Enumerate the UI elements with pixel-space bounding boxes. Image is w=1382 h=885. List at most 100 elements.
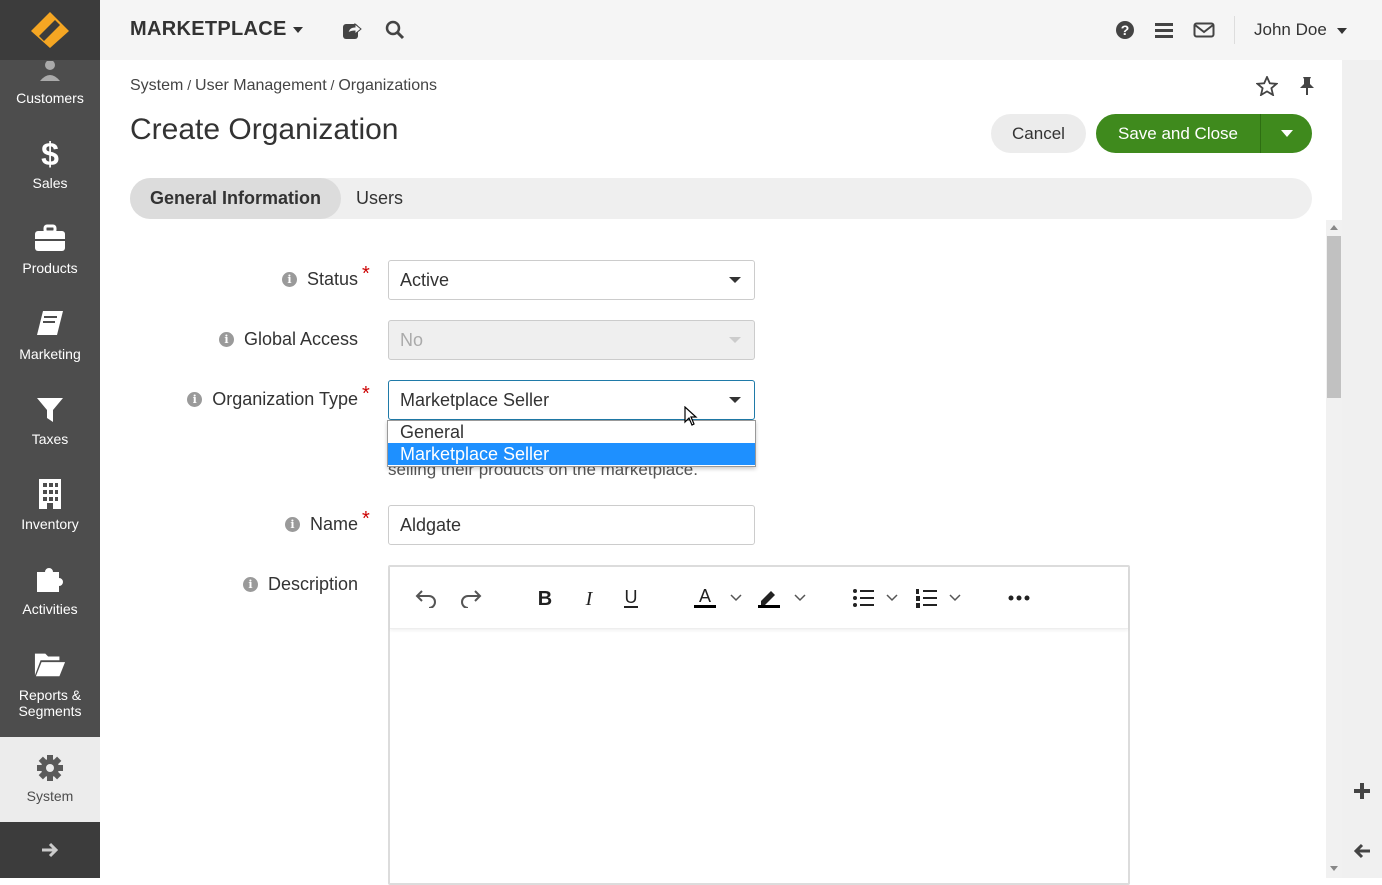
caret-down-icon bbox=[729, 277, 741, 283]
user-menu[interactable]: John Doe bbox=[1254, 20, 1347, 40]
global-access-value: No bbox=[400, 330, 424, 350]
sidebar-item-label: Activities bbox=[22, 601, 78, 617]
text-color-icon[interactable]: A bbox=[693, 585, 743, 611]
redo-icon[interactable] bbox=[459, 585, 483, 611]
svg-text:I: I bbox=[585, 588, 594, 608]
scrollbar-thumb[interactable] bbox=[1327, 236, 1341, 398]
scroll-up-icon[interactable] bbox=[1330, 225, 1338, 230]
chevron-down-icon bbox=[292, 26, 303, 33]
info-icon[interactable]: i bbox=[218, 332, 234, 347]
breadcrumb-separator: / bbox=[183, 77, 196, 93]
editor-toolbar: B I U A bbox=[390, 567, 1128, 629]
svg-text:A: A bbox=[699, 586, 711, 606]
status-value: Active bbox=[400, 270, 450, 290]
page-title: Create Organization bbox=[130, 113, 399, 146]
app-logo[interactable] bbox=[0, 0, 100, 60]
info-icon[interactable]: i bbox=[284, 517, 300, 532]
organization-type-label: i Organization Type bbox=[130, 389, 358, 410]
italic-icon[interactable]: I bbox=[578, 585, 600, 611]
sidebar-item-label: Marketing bbox=[19, 346, 81, 362]
menu-icon[interactable] bbox=[1152, 18, 1176, 42]
name-label: i Name bbox=[240, 514, 358, 535]
numbered-list-icon[interactable] bbox=[915, 585, 965, 611]
option-marketplace-seller[interactable]: Marketplace Seller bbox=[388, 443, 755, 465]
sidebar-item-taxes[interactable]: Taxes bbox=[0, 393, 100, 478]
sidebar-item-products[interactable]: Products bbox=[0, 222, 100, 307]
caret-down-icon bbox=[729, 337, 741, 343]
svg-text:B: B bbox=[538, 588, 552, 608]
description-editor: B I U A bbox=[388, 565, 1130, 885]
mouse-cursor-icon bbox=[684, 406, 698, 426]
sidebar-item-activities[interactable]: Activities bbox=[0, 563, 100, 648]
sidebar-item-label: Taxes bbox=[31, 431, 69, 447]
required-marker: * bbox=[362, 383, 370, 405]
sidebar-item-label: Sales bbox=[32, 175, 68, 191]
breadcrumb-system[interactable]: System bbox=[130, 77, 183, 94]
building-icon bbox=[34, 478, 66, 510]
sidebar-item-system[interactable]: System bbox=[0, 737, 100, 822]
sidebar-item-label: Customers bbox=[16, 90, 84, 106]
app-switcher[interactable]: MARKETPLACE bbox=[130, 18, 303, 41]
status-label: i Status bbox=[230, 269, 358, 290]
gear-icon bbox=[34, 752, 66, 784]
more-options-icon[interactable] bbox=[1006, 585, 1032, 611]
breadcrumb: System / User Management / Organizations bbox=[130, 77, 437, 95]
undo-icon[interactable] bbox=[414, 585, 438, 611]
sidebar-item-label: Reports & bbox=[18, 687, 82, 703]
book-icon bbox=[34, 308, 66, 340]
dollar-icon: $ bbox=[34, 136, 66, 170]
cancel-button[interactable]: Cancel bbox=[991, 114, 1086, 153]
pin-icon[interactable] bbox=[1298, 76, 1316, 101]
sidebar-item-reports[interactable]: Reports & Segments bbox=[0, 648, 100, 738]
organization-type-select[interactable]: Marketplace Seller bbox=[388, 380, 755, 420]
sidebar-item-customers[interactable]: Customers bbox=[0, 60, 100, 122]
filter-icon bbox=[34, 393, 66, 425]
side-panel bbox=[1342, 60, 1382, 878]
sidebar-item-label: Inventory bbox=[21, 516, 79, 532]
breadcrumb-separator: / bbox=[326, 77, 339, 93]
sidebar-collapse-button[interactable] bbox=[0, 822, 100, 878]
sidebar-item-inventory[interactable]: Inventory bbox=[0, 478, 100, 563]
share-icon[interactable] bbox=[340, 18, 364, 42]
folder-open-icon bbox=[34, 648, 66, 680]
save-options-dropdown-button[interactable] bbox=[1260, 114, 1312, 153]
sidebar-item-marketing[interactable]: Marketing bbox=[0, 308, 100, 393]
search-icon[interactable] bbox=[383, 18, 407, 42]
chevron-down-icon bbox=[1336, 27, 1347, 34]
tab-users[interactable]: Users bbox=[336, 178, 423, 219]
highlight-color-icon[interactable] bbox=[757, 585, 807, 611]
scroll-down-icon[interactable] bbox=[1330, 866, 1338, 871]
svg-text:$: $ bbox=[41, 136, 59, 170]
required-marker: * bbox=[362, 263, 370, 285]
star-icon[interactable] bbox=[1255, 74, 1279, 101]
vertical-scrollbar[interactable] bbox=[1326, 220, 1342, 878]
app-title: MARKETPLACE bbox=[130, 18, 287, 40]
breadcrumb-user-management[interactable]: User Management bbox=[195, 77, 327, 94]
option-general[interactable]: General bbox=[388, 421, 755, 443]
organization-type-options: General Marketplace Seller bbox=[387, 420, 756, 467]
status-select[interactable]: Active bbox=[388, 260, 755, 300]
info-icon[interactable]: i bbox=[242, 577, 258, 592]
required-marker: * bbox=[362, 508, 370, 530]
save-and-close-button[interactable]: Save and Close bbox=[1096, 114, 1260, 153]
info-icon[interactable]: i bbox=[187, 392, 203, 407]
tab-general-information[interactable]: General Information bbox=[130, 178, 342, 219]
arrow-left-icon[interactable] bbox=[1353, 842, 1371, 865]
name-input[interactable]: Aldgate bbox=[388, 505, 755, 545]
breadcrumb-organizations[interactable]: Organizations bbox=[338, 77, 437, 94]
tabs: General Information Users bbox=[130, 178, 1312, 219]
caret-down-icon bbox=[729, 397, 741, 403]
underline-icon[interactable]: U bbox=[620, 585, 642, 611]
organization-type-value: Marketplace Seller bbox=[400, 390, 550, 410]
info-icon[interactable]: i bbox=[281, 272, 297, 287]
description-label: i Description bbox=[200, 574, 358, 595]
bullet-list-icon[interactable] bbox=[852, 585, 902, 611]
help-icon[interactable]: ? bbox=[1113, 18, 1137, 42]
sidebar-item-sales[interactable]: $ Sales bbox=[0, 136, 100, 222]
global-access-select: No bbox=[388, 320, 755, 360]
sidebar-item-label: System bbox=[26, 788, 74, 804]
bold-icon[interactable]: B bbox=[534, 585, 556, 611]
sidebar-item-label: Products bbox=[22, 260, 78, 276]
envelope-icon[interactable] bbox=[1192, 18, 1216, 42]
plus-icon[interactable] bbox=[1353, 782, 1371, 805]
